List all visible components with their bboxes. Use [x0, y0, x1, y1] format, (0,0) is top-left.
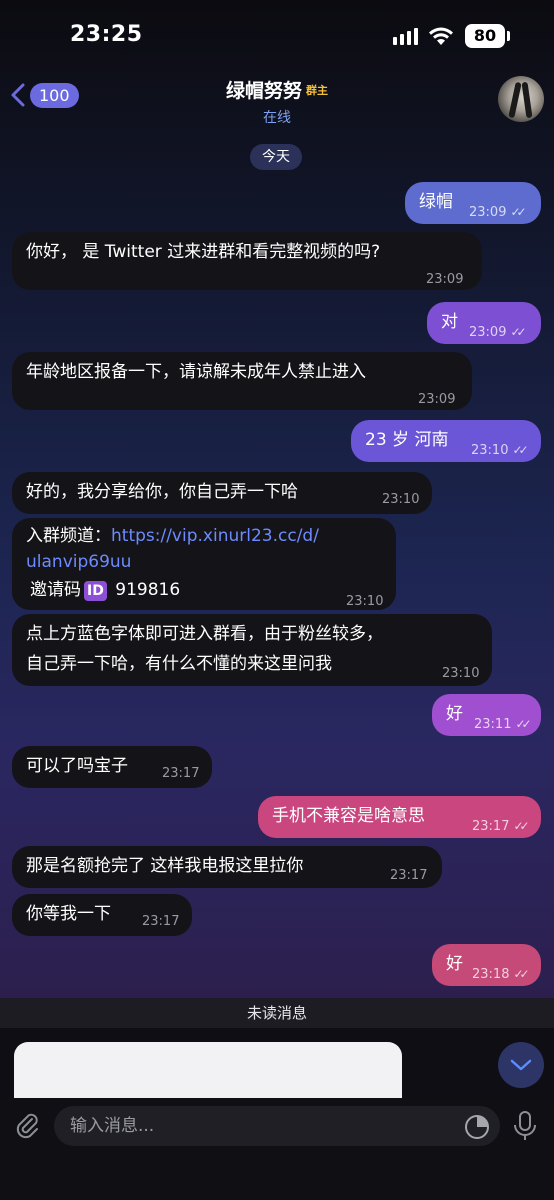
message-input[interactable] — [54, 1106, 454, 1146]
read-ticks-icon: ✓✓ — [510, 325, 526, 339]
incoming-message[interactable]: 那是名额抢完了 这样我电报这里拉你 23:17 — [12, 846, 442, 888]
microphone-icon[interactable] — [512, 1110, 538, 1142]
status-bar: 23:25 80 — [0, 0, 554, 68]
chevron-down-icon — [510, 1059, 532, 1071]
outgoing-message[interactable]: 对 23:09 ✓✓ — [427, 302, 541, 344]
message-time: 23:18 — [472, 967, 510, 982]
chat-title-area[interactable]: 绿帽努努 群主 在线 — [0, 76, 554, 127]
chat-header: 100 绿帽努努 群主 在线 — [0, 68, 554, 130]
invite-code: 919816 — [115, 580, 181, 600]
message-text: 可以了吗宝子 — [26, 756, 128, 776]
outgoing-message[interactable]: 绿帽 23:09 ✓✓ — [405, 182, 541, 224]
wifi-icon — [429, 27, 453, 45]
battery-icon: 80 — [465, 24, 505, 48]
message-time: 23:09 — [418, 392, 456, 407]
message-text: 好 — [446, 704, 463, 724]
message-input-bar — [0, 1098, 554, 1200]
message-text: 那是名额抢完了 这样我电报这里拉你 — [26, 856, 304, 876]
message-time: 23:09 — [469, 325, 507, 340]
message-time: 23:11 — [474, 717, 512, 732]
message-time: 23:17 — [142, 914, 180, 929]
incoming-message[interactable]: 可以了吗宝子 23:17 — [12, 746, 212, 788]
outgoing-message[interactable]: 好 23:18 ✓✓ — [432, 944, 541, 986]
message-time: 23:10 — [471, 443, 509, 458]
message-time: 23:09 — [426, 272, 464, 287]
message-text: 23 岁 河南 — [365, 430, 449, 450]
message-text: 你等我一下 — [26, 904, 111, 924]
read-ticks-icon: ✓✓ — [512, 443, 528, 457]
id-icon: ID — [84, 581, 107, 601]
invite-label: 邀请码 — [30, 580, 81, 600]
message-text: 手机不兼容是啥意思 — [272, 806, 425, 826]
scroll-down-button[interactable] — [498, 1042, 544, 1088]
message-time: 23:10 — [382, 492, 420, 507]
chat-title: 绿帽努努 — [225, 80, 302, 102]
message-time: 23:09 — [469, 205, 507, 220]
avatar[interactable] — [498, 76, 544, 122]
message-text: 年龄地区报备一下，请谅解未成年人禁止进入 — [26, 362, 366, 382]
outgoing-message[interactable]: 23 岁 河南 23:10 ✓✓ — [351, 420, 541, 462]
message-text: 对 — [441, 312, 458, 332]
incoming-message[interactable]: 年龄地区报备一下，请谅解未成年人禁止进入 23:09 — [12, 352, 472, 410]
sticker-icon[interactable] — [464, 1114, 490, 1140]
online-status: 在线 — [263, 110, 291, 126]
message-text: 好的，我分享给你，你自己弄一下哈 — [26, 482, 298, 502]
message-text: 你好， 是 Twitter 过来进群和看完整视频的吗? — [26, 242, 381, 262]
read-ticks-icon: ✓✓ — [515, 717, 531, 731]
status-time: 23:25 — [70, 22, 143, 47]
message-time: 23:17 — [390, 868, 428, 883]
message-text: 好 — [446, 954, 463, 974]
incoming-message[interactable]: 入群频道：https://vip.xinurl23.cc/d/ ulanvip6… — [12, 518, 396, 610]
message-time: 23:10 — [442, 666, 480, 681]
read-ticks-icon: ✓✓ — [510, 205, 526, 219]
outgoing-message[interactable]: 好 23:11 ✓✓ — [432, 694, 541, 736]
message-text-line: 自己弄一下哈，有什么不懂的来这里问我 — [26, 654, 332, 674]
unread-messages-separator: 未读消息 — [0, 998, 554, 1028]
message-text: 绿帽 — [419, 192, 453, 212]
date-separator: 今天 — [250, 144, 302, 170]
owner-badge: 群主 — [306, 84, 328, 97]
incoming-message[interactable]: 你等我一下 23:17 — [12, 894, 192, 936]
message-time: 23:17 — [472, 819, 510, 834]
message-time: 23:17 — [162, 766, 200, 781]
channel-link-continued[interactable]: ulanvip69uu — [26, 552, 131, 572]
incoming-message[interactable]: 好的，我分享给你，你自己弄一下哈 23:10 — [12, 472, 432, 514]
battery-nub — [507, 31, 510, 41]
message-field[interactable] — [54, 1106, 500, 1146]
message-text: 入群频道： — [26, 526, 111, 546]
message-time: 23:10 — [346, 594, 384, 609]
message-text-line: 点上方蓝色字体即可进入群看，由于粉丝较多， — [26, 624, 383, 644]
paperclip-icon[interactable] — [12, 1110, 42, 1140]
outgoing-message[interactable]: 手机不兼容是啥意思 23:17 ✓✓ — [258, 796, 541, 838]
incoming-message[interactable]: 点上方蓝色字体即可进入群看，由于粉丝较多， 自己弄一下哈，有什么不懂的来这里问我… — [12, 614, 492, 686]
read-ticks-icon: ✓✓ — [513, 819, 529, 833]
channel-link[interactable]: https://vip.xinurl23.cc/d/ — [111, 526, 319, 546]
incoming-message[interactable]: 你好， 是 Twitter 过来进群和看完整视频的吗? 23:09 — [12, 232, 482, 290]
cellular-signal-icon — [393, 28, 418, 45]
read-ticks-icon: ✓✓ — [513, 967, 529, 981]
